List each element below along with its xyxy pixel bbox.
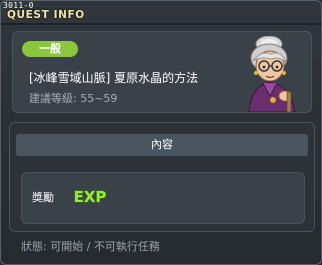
window-title[interactable]: QUEST INFO	[7, 9, 85, 21]
content-header: 內容	[16, 134, 308, 156]
title-divider	[1, 23, 321, 25]
quest-type-badge: 一般	[22, 41, 78, 57]
npc-portrait-icon	[248, 36, 296, 112]
quest-summary-panel: 一般 [冰峰雪域山脈] 夏原水晶的方法 建議等級: 55~59	[12, 31, 312, 113]
exp-text: EXP	[74, 188, 107, 205]
quest-info-window: 3011-0 QUEST INFO 一般 [冰峰雪域山脈] 夏原水晶的方法 建議…	[0, 0, 322, 265]
reward-label: 獎勵	[32, 191, 54, 204]
quest-content-panel: 內容 獎勵 EXP	[9, 122, 315, 232]
quest-name: [冰峰雪域山脈] 夏原水晶的方法	[29, 71, 199, 85]
quest-status: 狀態: 可開始 / 不可執行任務	[21, 240, 160, 253]
recommended-level: 建議等級: 55~59	[29, 92, 118, 105]
exp-icon: EXP	[73, 187, 107, 205]
reward-box: 獎勵 EXP	[21, 172, 305, 224]
